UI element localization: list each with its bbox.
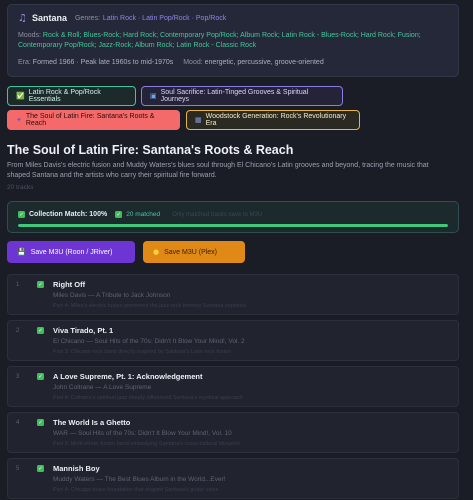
tab-woodstock-generation[interactable]: ▦ Woodstock Generation: Rock's Revolutio… [186,110,360,130]
track-row[interactable]: 4 ✓ The World Is a Ghetto WAR — Soul Hits o… [7,412,459,453]
plex-dot-icon: ● [153,248,160,256]
track-title: A Love Supreme, Pt. 1: Acknowledgement [53,372,203,381]
track-title: Viva Tirado, Pt. 1 [53,326,114,335]
mood-value: energetic, percussive, groove-oriented [204,59,324,66]
track-artist-album: WAR — Soul Hits of the 70s: Didn't It Bl… [53,430,232,437]
save-icon: 💾 [17,248,26,256]
track-row[interactable]: 5 ✓ Mannish Boy Muddy Waters — The Best Blu… [7,458,459,499]
save-roon-label: Save M3U (Roon / JRiver) [30,248,113,256]
track-title: Right Off [53,280,86,289]
genres-label: Genres: [74,14,100,22]
match-progress-fill [18,224,448,227]
match-progress-bar [18,224,448,227]
tab-latin-rock-essentials[interactable]: ✅ Latin Rock & Pop/Rock Essentials [7,86,136,106]
mood-label: Mood: [183,59,203,66]
tab-label: The Soul of Latin Fire: Santana's Roots … [25,113,155,127]
track-artist-album: El Chicano — Soul Hits of the 70s: Didn'… [53,338,245,345]
track-artist-album: Muddy Waters — The Best Blues Album in t… [53,476,226,483]
matched-check-icon: ✓ [37,419,44,426]
track-number: 1 [16,282,20,288]
match-row: ✓ Collection Match: 100% ✓ 20 matched On… [18,209,448,220]
track-note: Part 4: Coltrane's spiritual jazz deeply… [53,395,244,401]
track-artist-album: Miles Davis — A Tribute to Jack Johnson [53,292,171,299]
track-note: Part 3: Multi-ethnic fusion band embodyi… [53,441,240,447]
track-list: 1 ✓ Right Off Miles Davis — A Tribute to Ja… [7,274,459,500]
tab-label: Woodstock Generation: Rock's Revolutiona… [205,113,347,127]
genres-value: Latin Rock · Latin Pop/Rock · Pop/Rock [102,14,227,22]
match-title: Collection Match: 100% [29,211,108,218]
playlist-description: From Miles Davis's electric fusion and M… [7,162,429,179]
track-title: The World Is a Ghetto [53,418,131,427]
matched-check-icon: ✓ [37,327,44,334]
track-row[interactable]: 3 ✓ A Love Supreme, Pt. 1: Acknowledgement… [7,366,459,407]
matched-count: 20 matched [126,211,161,218]
check-icon: ✓ [115,211,123,218]
collection-match-card: ✓ Collection Match: 100% ✓ 20 matched On… [7,201,459,233]
music-note-icon: ♫ [18,12,27,24]
photo-icon: ▣ [150,92,157,100]
check-icon: ✅ [16,92,25,100]
track-note: Part 4: Miles's electric fusion pioneere… [53,303,247,309]
track-count: 20 tracks [7,184,34,191]
artist-card: ♫ Santana Genres: Latin Rock · Latin Pop… [7,4,459,77]
moods-label: Moods: [18,32,41,39]
track-note: Part 4: Chicago blues foundation that sh… [53,487,219,493]
save-m3u-roon-button[interactable]: 💾 Save M3U (Roon / JRiver) [7,241,135,263]
matched-check-icon: ✓ [37,465,44,472]
track-number: 2 [16,328,20,334]
save-plex-label: Save M3U (Plex) [164,248,218,256]
matched-check-icon: ✓ [37,281,44,288]
era-line: Era: Formed 1966 · Peak late 1960s to mi… [18,59,448,66]
match-hint: Only matched tracks save to M3U [172,211,263,218]
era-label: Era: [18,59,31,66]
track-number: 5 [16,466,20,472]
tab-label: Latin Rock & Pop/Rock Essentials [28,89,101,103]
track-row[interactable]: 2 ✓ Viva Tirado, Pt. 1 El Chicano — Soul Hi… [7,320,459,361]
moods-line: Moods: Rock & Roll; Blues-Rock; Hard Roc… [18,31,448,51]
tab-soul-sacrifice[interactable]: ▣ Soul Sacrifice: Latin-Tinged Grooves &… [141,86,343,106]
check-icon: ✓ [18,211,25,218]
artist-header: ♫ Santana Genres: Latin Rock · Latin Pop… [18,11,448,25]
track-number: 4 [16,420,20,426]
matched-check-icon: ✓ [37,373,44,380]
track-row[interactable]: 1 ✓ Right Off Miles Davis — A Tribute to Ja… [7,274,459,315]
track-artist-album: John Coltrane — A Love Supreme [53,384,152,391]
sparkle-icon: ✦ [16,116,22,124]
track-number: 3 [16,374,20,380]
tab-label: Soul Sacrifice: Latin-Tinged Grooves & S… [160,89,309,103]
track-note: Part 3: Chicano rock band directly inspi… [53,349,232,355]
calendar-icon: ▦ [195,116,202,124]
save-m3u-plex-button[interactable]: ● Save M3U (Plex) [143,241,245,263]
tab-soul-of-latin-fire[interactable]: ✦ The Soul of Latin Fire: Santana's Root… [7,110,180,130]
era-value: Formed 1966 · Peak late 1960s to mid-197… [32,59,174,66]
artist-name: Santana [31,13,67,23]
moods-value: Rock & Roll; Blues-Rock; Hard Rock; Cont… [18,32,421,49]
track-title: Mannish Boy [53,464,100,473]
playlist-title: The Soul of Latin Fire: Santana's Roots … [7,143,294,157]
